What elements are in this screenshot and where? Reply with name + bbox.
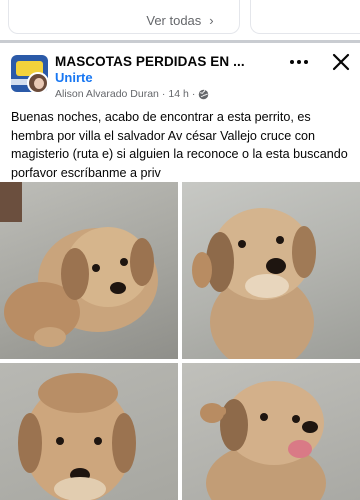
dog-photo-2[interactable] — [182, 182, 360, 359]
see-all-label: Ver todas — [146, 13, 202, 28]
dog-photo-3[interactable] — [0, 363, 178, 500]
globe-icon — [199, 89, 209, 99]
chevron-right-icon: › — [209, 13, 214, 28]
post-body: Buenas noches, acabo de encontrar a esta… — [11, 110, 348, 180]
post-time[interactable]: 14 h — [168, 88, 188, 100]
meta-separator: · — [161, 88, 166, 100]
close-post-button[interactable] — [331, 52, 351, 72]
more-horizontal-icon — [290, 60, 308, 64]
group-post: MASCOTAS PERDIDAS EN ... Unirte Alison A… — [0, 43, 360, 500]
suggestions-card: Ver todas › — [0, 0, 360, 40]
more-options-button[interactable] — [288, 55, 310, 69]
post-meta: Alison Alvarado Duran · 14 h · — [55, 88, 209, 100]
join-group-link[interactable]: Unirte — [55, 70, 93, 85]
group-name[interactable]: MASCOTAS PERDIDAS EN ... — [55, 54, 245, 69]
meta-separator: · — [191, 88, 196, 100]
close-icon — [332, 53, 350, 71]
author-avatar[interactable] — [27, 72, 49, 94]
author-name[interactable]: Alison Alvarado Duran — [55, 88, 159, 100]
see-all-link[interactable]: Ver todas › — [0, 13, 360, 28]
dog-photo-4[interactable] — [182, 363, 360, 500]
photo-grid — [0, 182, 360, 500]
dog-photo-1[interactable] — [0, 182, 178, 359]
